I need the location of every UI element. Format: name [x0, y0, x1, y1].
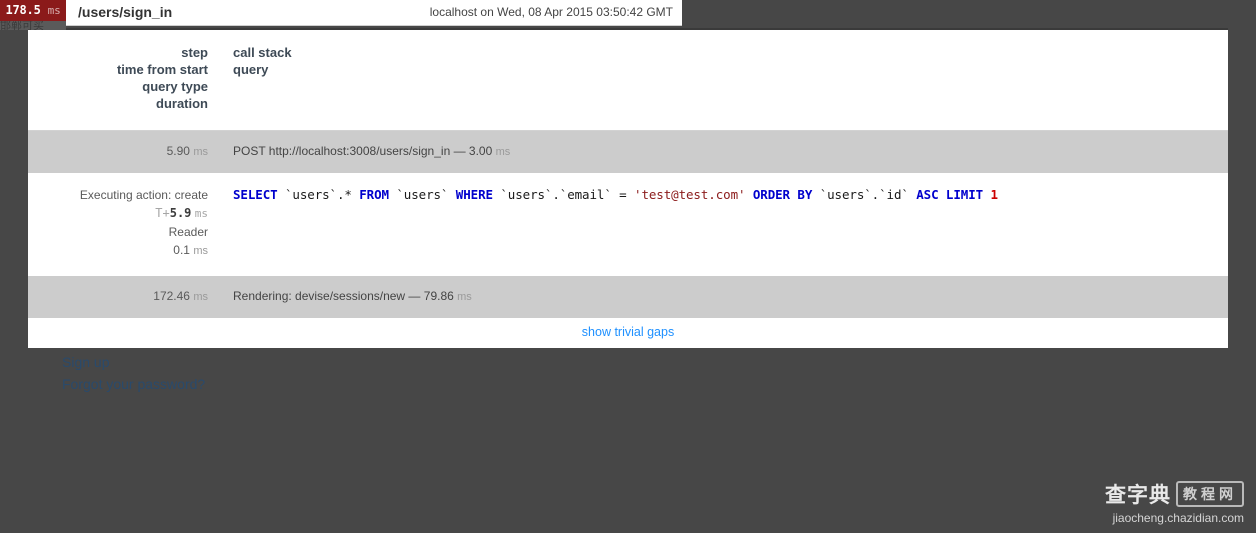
total-time-value: 178.5 [5, 3, 41, 17]
row-offset-unit: ms [194, 207, 208, 220]
row-left-request: 5.90 ms [28, 142, 216, 161]
sql-token-kw: ORDER BY [752, 187, 813, 202]
sql-token-id: `users`.`email` = [492, 187, 635, 202]
sql-token-id [745, 187, 752, 202]
header-left-column: step time from start query type duration [28, 44, 216, 112]
header-query: query [233, 62, 269, 77]
row-right-request: POST http://localhost:3008/users/sign_in… [216, 142, 1228, 161]
row-offset-value: 5.9 [169, 206, 192, 220]
watermark-badge: 教程网 [1176, 481, 1244, 507]
sign-up-link[interactable]: Sign up [62, 352, 205, 372]
row-duration: 0.1 ms [28, 241, 208, 260]
show-trivial-gaps-link[interactable]: show trivial gaps [582, 325, 674, 339]
row-right-query: SELECT `users`.* FROM `users` WHERE `use… [216, 186, 1228, 204]
profiler-panel: step time from start query type duration… [28, 28, 1228, 348]
page-title: /users/sign_in [78, 4, 173, 20]
row-time-unit: ms [193, 291, 208, 303]
row-callstack-unit: ms [457, 291, 472, 303]
header-right-column: call stack query [216, 44, 1228, 78]
sql-token-id: `users` [388, 187, 456, 202]
panel-footer: show trivial gaps [28, 318, 1228, 348]
profiler-topbar: /users/sign_in localhost on Wed, 08 Apr … [0, 0, 682, 26]
table-row[interactable]: 172.46 ms Rendering: devise/sessions/new… [28, 276, 1228, 318]
row-callstack-text: POST http://localhost:3008/users/sign_in… [233, 144, 493, 158]
total-time-badge[interactable]: 178.5 ms [0, 0, 66, 21]
sql-token-str: 'test@test.com' [634, 187, 746, 202]
sql-token-num: 1 [990, 187, 999, 202]
row-duration-unit: ms [193, 245, 208, 257]
sql-token-id: `users`.`id` [812, 187, 917, 202]
header-query-type: query type [142, 79, 208, 94]
sql-query[interactable]: SELECT `users`.* FROM `users` WHERE `use… [233, 186, 1228, 204]
header-duration: duration [156, 96, 208, 111]
row-time-unit: ms [193, 146, 208, 158]
total-time-unit: ms [47, 4, 61, 17]
sql-token-kw: SELECT [233, 187, 278, 202]
badge-shadow-text: 邯郸可买 [0, 21, 66, 30]
sql-token-kw: FROM [359, 187, 389, 202]
forgot-password-link[interactable]: Forgot your password? [62, 374, 205, 394]
row-query-type: Reader [168, 225, 208, 239]
row-callstack-text: Rendering: devise/sessions/new — 79.86 [233, 289, 454, 303]
environment-timestamp: localhost on Wed, 08 Apr 2015 03:50:42 G… [429, 5, 673, 19]
sql-token-id: `users`.* [277, 187, 360, 202]
sql-token-kw: ASC LIMIT [916, 187, 984, 202]
row-time: 172.46 [153, 289, 190, 303]
row-callstack-unit: ms [495, 146, 511, 158]
row-step: Executing action: create [79, 188, 208, 202]
table-row[interactable]: 5.90 ms POST http://localhost:3008/users… [28, 131, 1228, 173]
header-call-stack: call stack [233, 45, 292, 60]
table-row[interactable]: Executing action: create T+5.9 ms Reader… [28, 173, 1228, 276]
column-header-row: step time from start query type duration… [28, 30, 1228, 131]
watermark-logo: 查字典 教程网 [1105, 479, 1244, 509]
sql-token-kw: WHERE [455, 187, 493, 202]
sql-token-id [983, 187, 990, 202]
row-time-from-start: T+5.9 ms [28, 204, 208, 223]
header-step: step [181, 45, 208, 60]
watermark-url: jiaocheng.chazidian.com [1112, 511, 1244, 525]
header-time-from-start: time from start [116, 62, 208, 77]
watermark: 查字典 教程网 jiaocheng.chazidian.com [1105, 479, 1244, 525]
row-offset-prefix: T+ [155, 206, 170, 220]
watermark-brand: 查字典 [1105, 483, 1171, 507]
row-left-query: Executing action: create T+5.9 ms Reader… [28, 186, 216, 260]
row-left-render: 172.46 ms [28, 287, 216, 306]
row-duration-value: 0.1 [173, 243, 190, 257]
row-time: 5.90 [166, 144, 190, 158]
row-right-render: Rendering: devise/sessions/new — 79.86 m… [216, 287, 1228, 306]
underlying-page-links: Sign up Forgot your password? [62, 352, 205, 396]
